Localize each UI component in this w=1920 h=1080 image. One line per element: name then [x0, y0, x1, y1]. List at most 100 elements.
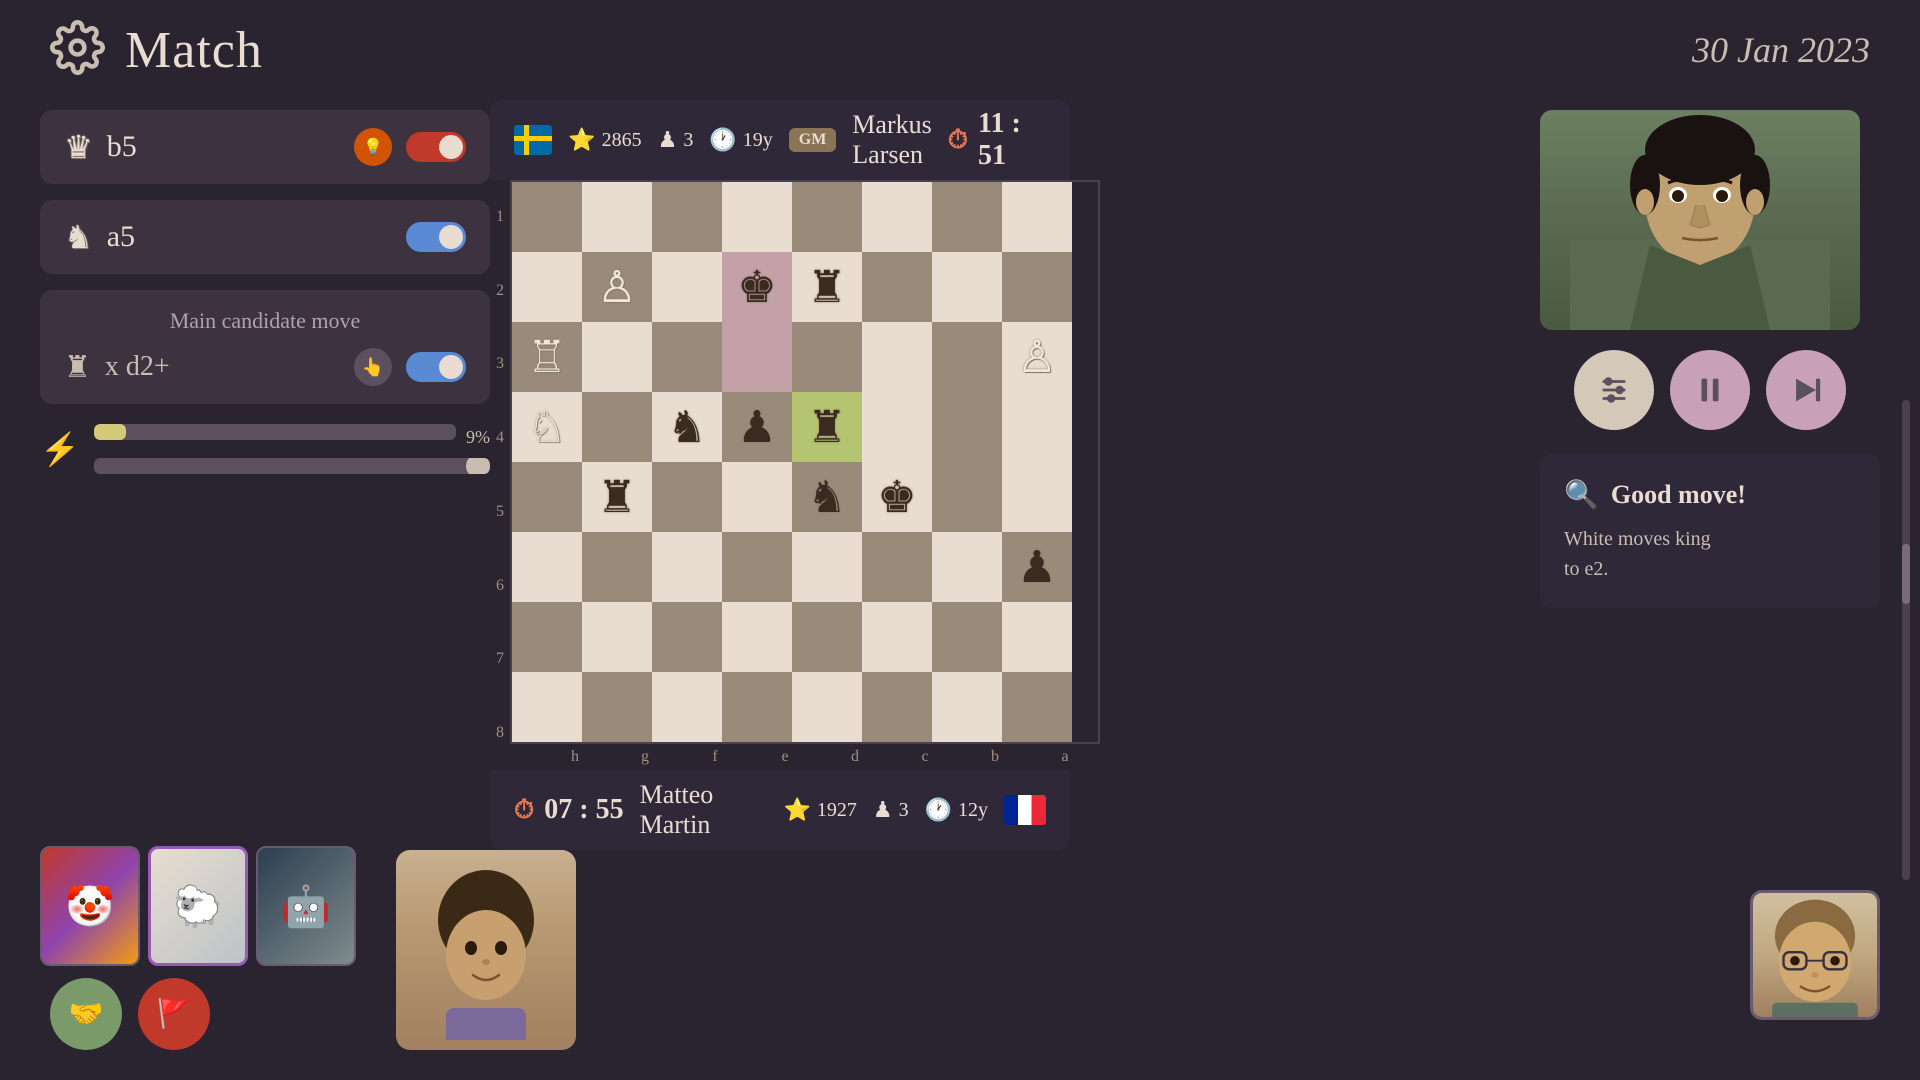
chess-board: ♙ ♚ ♜ ♖ ♙ ♘ ♞ ♟ ♜	[510, 180, 1100, 744]
cell-a2[interactable]	[1002, 252, 1072, 322]
avatar-card-2[interactable]: 🐑	[148, 846, 248, 966]
cell-e2[interactable]: ♚	[722, 252, 792, 322]
cell-b3[interactable]	[932, 322, 1002, 392]
top-player-bar: ⭐ 2865 ♟ 3 🕐 19y GM Markus Larsen ⏱ 11 :…	[490, 100, 1070, 180]
cell-h8[interactable]	[512, 672, 582, 742]
cell-g2[interactable]: ♙	[582, 252, 652, 322]
cell-d4[interactable]: ♜	[792, 392, 862, 462]
cell-f5[interactable]	[652, 462, 722, 532]
pause-button[interactable]	[1670, 350, 1750, 430]
gear-icon[interactable]	[50, 20, 105, 80]
cell-e6[interactable]	[722, 532, 792, 602]
cell-f7[interactable]	[652, 602, 722, 672]
cell-f2[interactable]	[652, 252, 722, 322]
avatar-card-3[interactable]: 🤖	[256, 846, 356, 966]
cell-g4[interactable]	[582, 392, 652, 462]
progress-container: 9%	[94, 424, 490, 474]
cell-d1[interactable]	[792, 182, 862, 252]
toggle-1[interactable]	[406, 132, 466, 162]
cell-b6[interactable]	[932, 532, 1002, 602]
progress-section: ⚡ 9%	[40, 424, 490, 474]
cell-c5[interactable]: ♚	[862, 462, 932, 532]
cell-c6[interactable]	[862, 532, 932, 602]
cell-g7[interactable]	[582, 602, 652, 672]
cell-f3[interactable]	[652, 322, 722, 392]
cell-e7[interactable]	[722, 602, 792, 672]
cell-f1[interactable]	[652, 182, 722, 252]
handshake-button[interactable]: 🤝	[50, 978, 122, 1050]
scrollbar-thumb[interactable]	[1902, 544, 1910, 604]
cell-h4[interactable]: ♘	[512, 392, 582, 462]
flag-france	[1004, 795, 1046, 825]
cell-h5[interactable]	[512, 462, 582, 532]
cell-b8[interactable]	[932, 672, 1002, 742]
cell-b7[interactable]	[932, 602, 1002, 672]
cell-g8[interactable]	[582, 672, 652, 742]
action-buttons: 🤝 🚩	[40, 978, 356, 1050]
cell-a3[interactable]: ♙	[1002, 322, 1072, 392]
cell-c1[interactable]	[862, 182, 932, 252]
cell-d8[interactable]	[792, 672, 862, 742]
cell-e4[interactable]: ♟	[722, 392, 792, 462]
board-area: ⭐ 2865 ♟ 3 🕐 19y GM Markus Larsen ⏱ 11 :…	[490, 100, 1070, 1080]
cell-d5[interactable]: ♞	[792, 462, 862, 532]
cell-g3[interactable]	[582, 322, 652, 392]
bottom-player-bar: ⏱ 07 : 55 Matteo Martin ⭐ 1927 ♟ 3 🕐 12y	[490, 770, 1070, 850]
candidate-piece: ♜	[64, 350, 91, 385]
cell-e5[interactable]	[722, 462, 792, 532]
cell-d2[interactable]: ♜	[792, 252, 862, 322]
cell-c2[interactable]	[862, 252, 932, 322]
cell-h3[interactable]: ♖	[512, 322, 582, 392]
cell-d3[interactable]	[792, 322, 862, 392]
cell-h1[interactable]	[512, 182, 582, 252]
skip-button[interactable]	[1766, 350, 1846, 430]
hand-icon[interactable]: 👆	[354, 348, 392, 386]
cell-a4[interactable]	[1002, 392, 1072, 462]
avatar-card-1[interactable]: 🤡	[40, 846, 140, 966]
cell-c7[interactable]	[862, 602, 932, 672]
top-games: ♟ 3	[658, 127, 694, 153]
cell-a1[interactable]	[1002, 182, 1072, 252]
cell-e8[interactable]	[722, 672, 792, 742]
cell-g5[interactable]: ♜	[582, 462, 652, 532]
cell-b2[interactable]	[932, 252, 1002, 322]
cell-e1[interactable]	[722, 182, 792, 252]
cell-a7[interactable]	[1002, 602, 1072, 672]
top-player-name: Markus Larsen	[852, 110, 931, 170]
cell-d7[interactable]	[792, 602, 862, 672]
cell-h6[interactable]	[512, 532, 582, 602]
cell-c8[interactable]	[862, 672, 932, 742]
piece-knight: ♞	[64, 218, 93, 256]
toggle-2[interactable]	[406, 222, 466, 252]
candidate-move-text: x d2+	[105, 351, 340, 383]
cell-g1[interactable]	[582, 182, 652, 252]
cell-c4[interactable]	[862, 392, 932, 462]
bottom-timer: ⏱ 07 : 55	[514, 794, 624, 826]
cell-g6[interactable]	[582, 532, 652, 602]
cell-a8[interactable]	[1002, 672, 1072, 742]
cell-d6[interactable]	[792, 532, 862, 602]
cell-h2[interactable]	[512, 252, 582, 322]
bottom-age: 🕐 12y	[925, 797, 988, 823]
control-buttons	[1540, 350, 1880, 430]
bottom-rating: ⭐ 1927	[783, 797, 856, 823]
cell-c3[interactable]	[862, 322, 932, 392]
cell-b1[interactable]	[932, 182, 1002, 252]
cell-f4[interactable]: ♞	[652, 392, 722, 462]
cell-e3[interactable]	[722, 322, 792, 392]
cell-f8[interactable]	[652, 672, 722, 742]
cell-b4[interactable]	[932, 392, 1002, 462]
gm-badge: GM	[789, 128, 837, 152]
flag-button[interactable]: 🚩	[138, 978, 210, 1050]
candidate-toggle[interactable]	[406, 352, 466, 382]
chess-board-wrapper: 1 2 3 4 5 6 7 8	[490, 180, 1070, 770]
cell-b5[interactable]	[932, 462, 1002, 532]
hint-button-1[interactable]: 💡	[354, 128, 392, 166]
cell-h7[interactable]	[512, 602, 582, 672]
scrollbar-track	[1902, 400, 1910, 880]
settings-ctrl-button[interactable]	[1574, 350, 1654, 430]
cell-a5[interactable]	[1002, 462, 1072, 532]
cell-f6[interactable]	[652, 532, 722, 602]
cell-a6[interactable]: ♟	[1002, 532, 1072, 602]
bottom-games: ♟ 3	[873, 797, 909, 823]
